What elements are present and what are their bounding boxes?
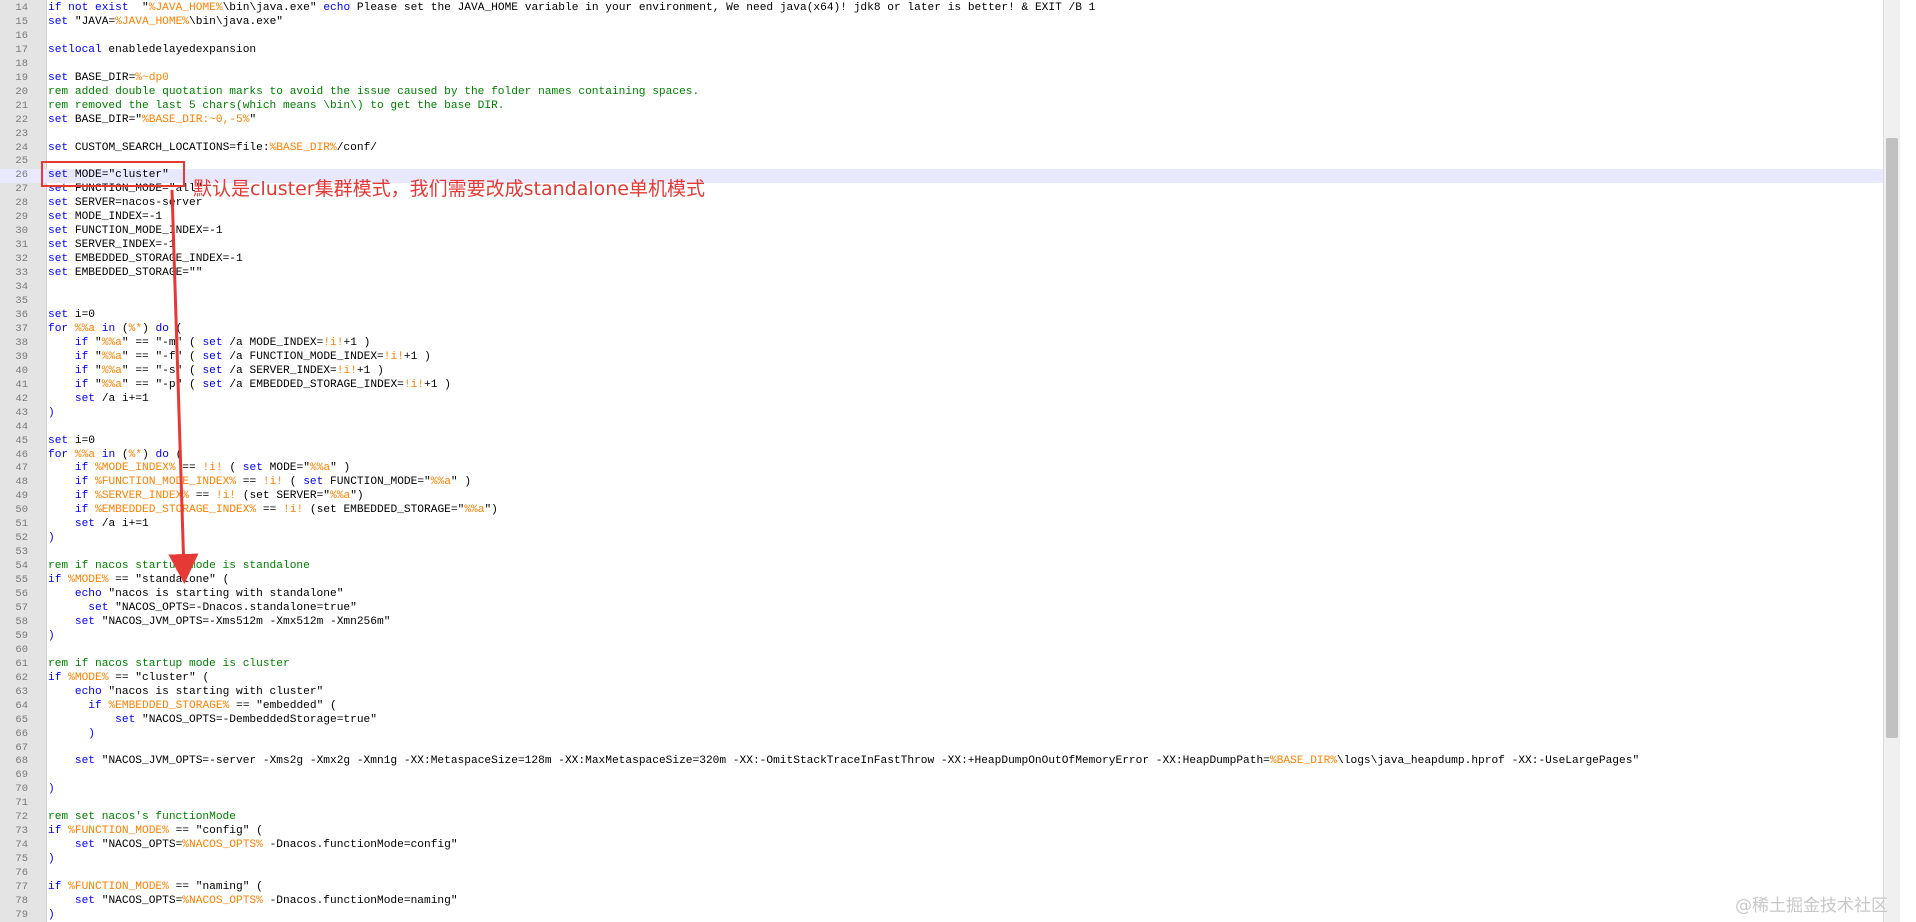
- annotation-arrow: [168, 189, 199, 584]
- arrow-line: [168, 189, 199, 584]
- watermark: @稀土掘金技术社区: [1735, 896, 1888, 916]
